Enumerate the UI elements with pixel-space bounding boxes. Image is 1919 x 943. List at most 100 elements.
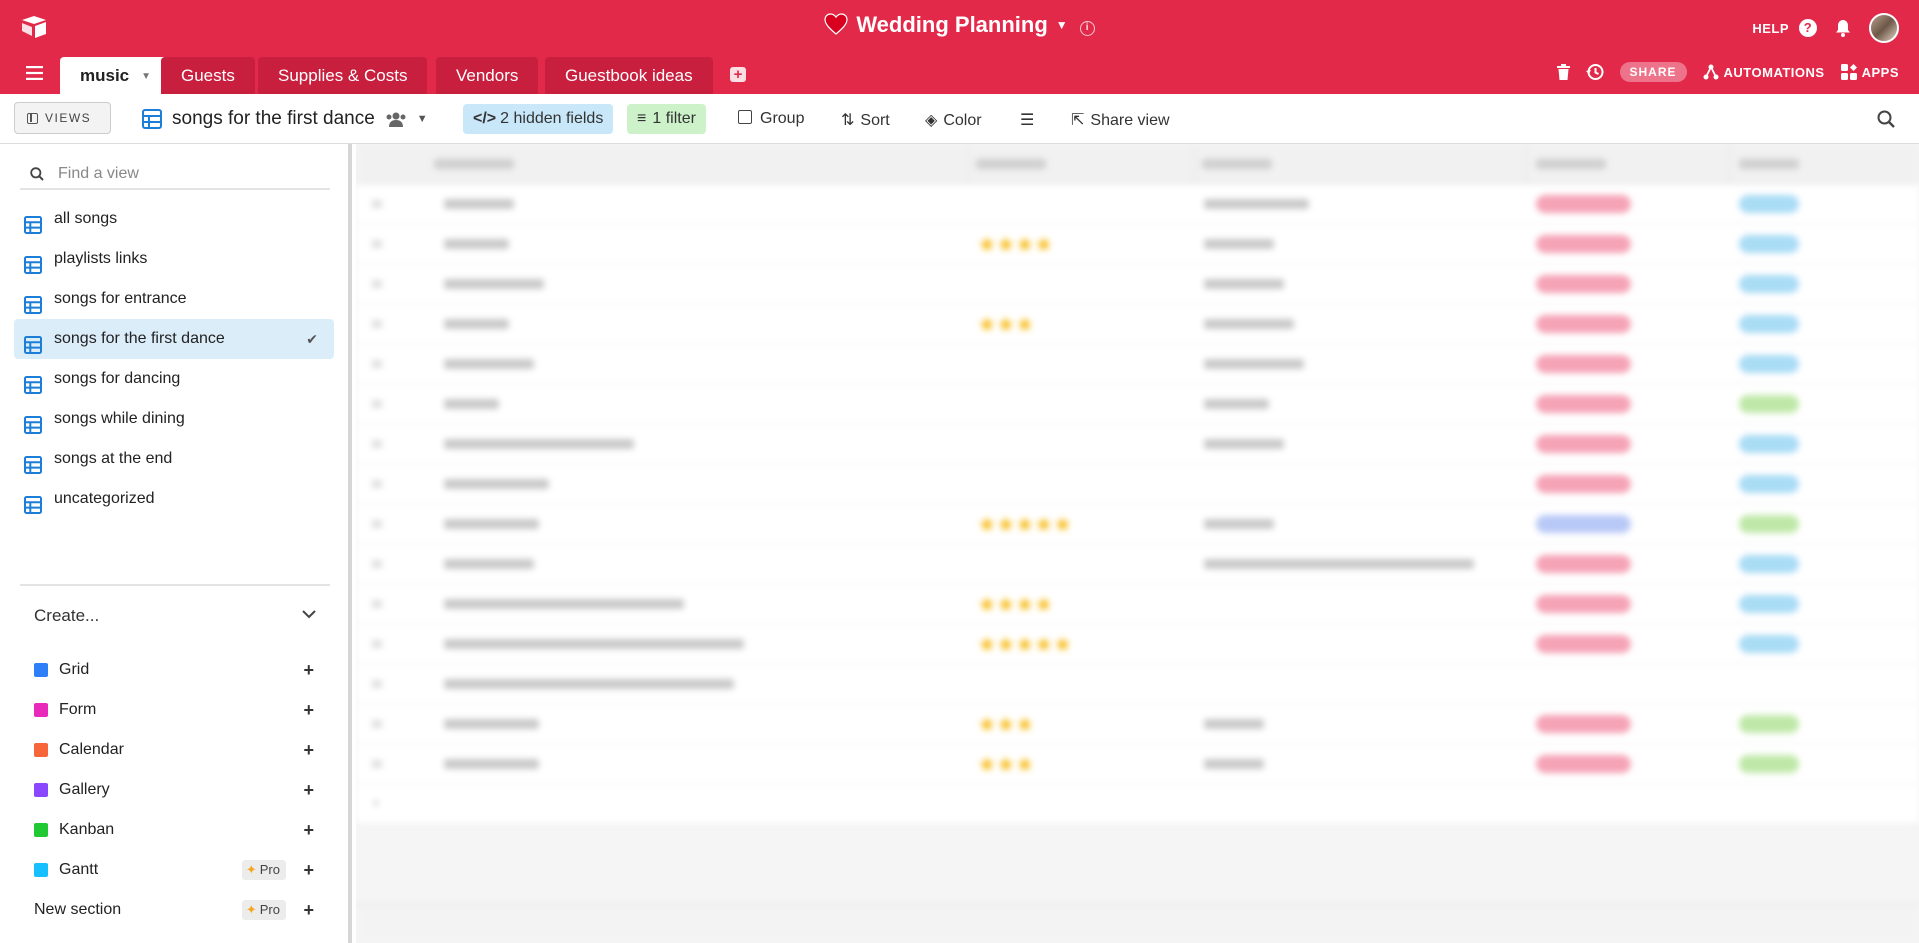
view-item-songs-for-dancing[interactable]: songs for dancing [14, 359, 334, 399]
song-cell[interactable] [444, 719, 539, 729]
column-header[interactable] [1202, 159, 1272, 169]
tab-guests[interactable]: Guests [161, 57, 255, 94]
rating-cell[interactable]: ★★★ [978, 712, 1035, 737]
create-grid-view[interactable]: Grid + [34, 655, 314, 685]
plus-icon[interactable]: + [303, 895, 314, 925]
song-cell[interactable] [444, 639, 744, 649]
table-row[interactable] [356, 264, 1919, 304]
artist-cell[interactable] [1204, 319, 1294, 329]
song-cell[interactable] [444, 759, 539, 769]
records-grid[interactable]: ★★★★ ★★★ ★★★★★ ★★★★ ★★★★★ ★★★ ★★★ + [356, 144, 1919, 943]
chevron-down-icon[interactable] [302, 610, 316, 619]
group-button[interactable]: Group [738, 110, 804, 128]
plus-icon[interactable]: + [303, 655, 314, 685]
history-icon[interactable] [1585, 63, 1604, 81]
bell-icon[interactable] [1835, 19, 1851, 37]
view-item-playlists-links[interactable]: playlists links [14, 239, 334, 279]
create-gantt-view[interactable]: Gantt ✦ Pro + [34, 855, 314, 885]
song-cell[interactable] [444, 559, 534, 569]
artist-cell[interactable] [1204, 399, 1269, 409]
song-cell[interactable] [444, 519, 539, 529]
song-cell[interactable] [444, 319, 509, 329]
chevron-down-icon[interactable]: ▼ [417, 113, 428, 125]
table-row[interactable] [356, 424, 1919, 464]
plus-icon[interactable]: + [366, 796, 386, 810]
column-header[interactable] [1536, 159, 1606, 169]
column-header[interactable] [434, 159, 514, 169]
artist-cell[interactable] [1204, 559, 1474, 569]
song-cell[interactable] [444, 199, 514, 209]
table-row[interactable] [356, 464, 1919, 504]
create-form-view[interactable]: Form + [34, 695, 314, 725]
search-icon[interactable] [1877, 110, 1895, 128]
song-cell[interactable] [444, 679, 734, 689]
rating-cell[interactable]: ★★★ [978, 752, 1035, 777]
table-row[interactable]: ★★★ [356, 704, 1919, 744]
table-row[interactable] [356, 544, 1919, 584]
help-link[interactable]: HELP [1752, 21, 1789, 36]
plus-icon[interactable]: + [303, 815, 314, 845]
filter-button[interactable]: ≡ 1 filter [627, 104, 706, 134]
plus-icon[interactable]: + [303, 855, 314, 885]
table-row[interactable]: ★★★★★ [356, 504, 1919, 544]
chevron-down-icon[interactable]: ▼ [141, 71, 151, 82]
table-row[interactable]: ★★★★ [356, 584, 1919, 624]
table-row[interactable] [356, 664, 1919, 704]
rating-cell[interactable]: ★★★★★ [978, 632, 1073, 657]
song-cell[interactable] [444, 279, 544, 289]
view-item-uncategorized[interactable]: uncategorized [14, 479, 334, 519]
rating-cell[interactable]: ★★★ [978, 312, 1035, 337]
tab-supplies-costs[interactable]: Supplies & Costs [258, 57, 428, 94]
rating-cell[interactable]: ★★★★ [978, 592, 1054, 617]
view-item-songs-for-entrance[interactable]: songs for entrance [14, 279, 334, 319]
create-calendar-view[interactable]: Calendar + [34, 735, 314, 765]
song-cell[interactable] [444, 359, 534, 369]
help-icon[interactable]: ? [1799, 19, 1817, 37]
artist-cell[interactable] [1204, 519, 1274, 529]
artist-cell[interactable] [1204, 279, 1284, 289]
info-icon[interactable]: i [1079, 21, 1095, 36]
trash-icon[interactable] [1556, 64, 1570, 80]
automations-button[interactable]: AUTOMATIONS [1703, 64, 1825, 80]
column-header[interactable] [1739, 159, 1799, 169]
table-row[interactable]: ★★★★★ [356, 624, 1919, 664]
menu-icon[interactable] [26, 66, 43, 80]
apps-button[interactable]: APPS [1840, 64, 1899, 80]
plus-icon[interactable]: + [303, 695, 314, 725]
song-cell[interactable] [444, 479, 549, 489]
user-avatar[interactable] [1869, 13, 1899, 43]
artist-cell[interactable] [1204, 239, 1274, 249]
create-gallery-view[interactable]: Gallery + [34, 775, 314, 805]
artist-cell[interactable] [1204, 359, 1304, 369]
plus-icon[interactable]: + [303, 735, 314, 765]
tab-music[interactable]: music ▼ [60, 57, 172, 94]
plus-icon[interactable]: + [303, 775, 314, 805]
table-row[interactable] [356, 384, 1919, 424]
row-height-button[interactable]: ☰ [1020, 110, 1034, 130]
current-view-selector[interactable]: songs for the first dance ▼ [142, 108, 428, 130]
hidden-fields-button[interactable]: </> 2 hidden fields [463, 104, 614, 134]
create-new-section[interactable]: New section ✦ Pro + [34, 895, 314, 925]
table-row[interactable]: ★★★ [356, 304, 1919, 344]
add-record-row[interactable]: + [356, 784, 1919, 824]
song-cell[interactable] [444, 439, 634, 449]
base-title[interactable]: Wedding Planning ▼ i [0, 12, 1919, 38]
rating-cell[interactable]: ★★★★ [978, 232, 1054, 257]
rating-cell[interactable]: ★★★★★ [978, 512, 1073, 537]
tab-guestbook-ideas[interactable]: Guestbook ideas [545, 57, 713, 94]
table-row[interactable]: ★★★ [356, 744, 1919, 784]
view-item-songs-for-the-first-dance[interactable]: songs for the first dance ✔ [14, 319, 334, 359]
song-cell[interactable] [444, 239, 509, 249]
share-button[interactable]: SHARE [1619, 62, 1687, 82]
sort-button[interactable]: ⇅ Sort [841, 110, 890, 130]
create-kanban-view[interactable]: Kanban + [34, 815, 314, 845]
chevron-down-icon[interactable]: ▼ [1056, 18, 1068, 32]
column-header[interactable] [976, 159, 1046, 169]
artist-cell[interactable] [1204, 439, 1284, 449]
artist-cell[interactable] [1204, 759, 1264, 769]
song-cell[interactable] [444, 399, 499, 409]
song-cell[interactable] [444, 599, 684, 609]
add-table-icon[interactable]: + [730, 67, 746, 82]
artist-cell[interactable] [1204, 719, 1264, 729]
view-item-songs-at-the-end[interactable]: songs at the end [14, 439, 334, 479]
